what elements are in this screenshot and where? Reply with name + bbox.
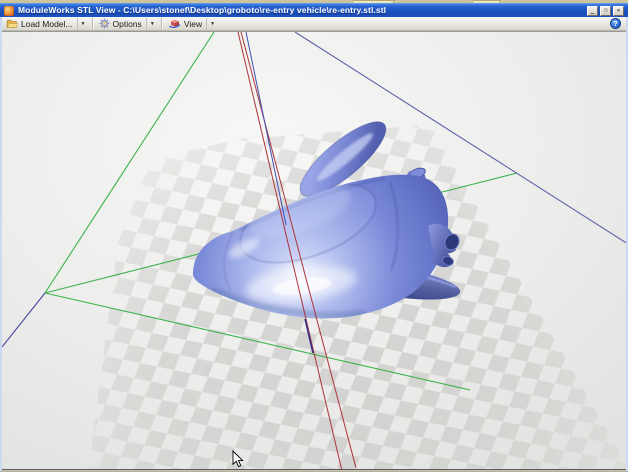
- viewport-3d-canvas[interactable]: [2, 31, 626, 470]
- view-dropdown[interactable]: ▼: [206, 18, 218, 30]
- maximize-button[interactable]: ❐: [600, 6, 611, 16]
- options-button[interactable]: Options: [97, 18, 144, 30]
- screen: { "window": { "title": "ModuleWorks STL …: [0, 0, 628, 472]
- view-box-icon: [168, 18, 181, 29]
- toolbar-separator: [161, 18, 163, 29]
- stl-scene: [2, 32, 626, 470]
- load-model-label: Load Model...: [21, 19, 73, 29]
- minimize-button[interactable]: _: [587, 6, 598, 16]
- load-model-button[interactable]: Load Model...: [4, 18, 75, 30]
- load-model-dropdown[interactable]: ▼: [77, 18, 89, 30]
- toolbar-separator: [92, 18, 94, 29]
- options-label: Options: [113, 19, 142, 29]
- view-button[interactable]: View: [166, 18, 204, 30]
- window-title: ModuleWorks STL View - C:\Users\stonef\D…: [18, 5, 386, 15]
- toolbar: Load Model... ▼ Options ▼ View: [2, 17, 626, 31]
- help-button[interactable]: ?: [610, 18, 621, 29]
- gear-icon: [99, 18, 110, 29]
- titlebar[interactable]: ModuleWorks STL View - C:\Users\stonef\D…: [0, 3, 628, 17]
- app-icon: [4, 6, 14, 16]
- options-dropdown[interactable]: ▼: [146, 18, 158, 30]
- window-controls: _ ❐ ✕: [587, 6, 624, 16]
- view-label: View: [184, 19, 202, 29]
- axis-line-indigo-stub: [2, 293, 45, 347]
- folder-open-icon: [6, 19, 18, 29]
- close-button[interactable]: ✕: [613, 6, 624, 16]
